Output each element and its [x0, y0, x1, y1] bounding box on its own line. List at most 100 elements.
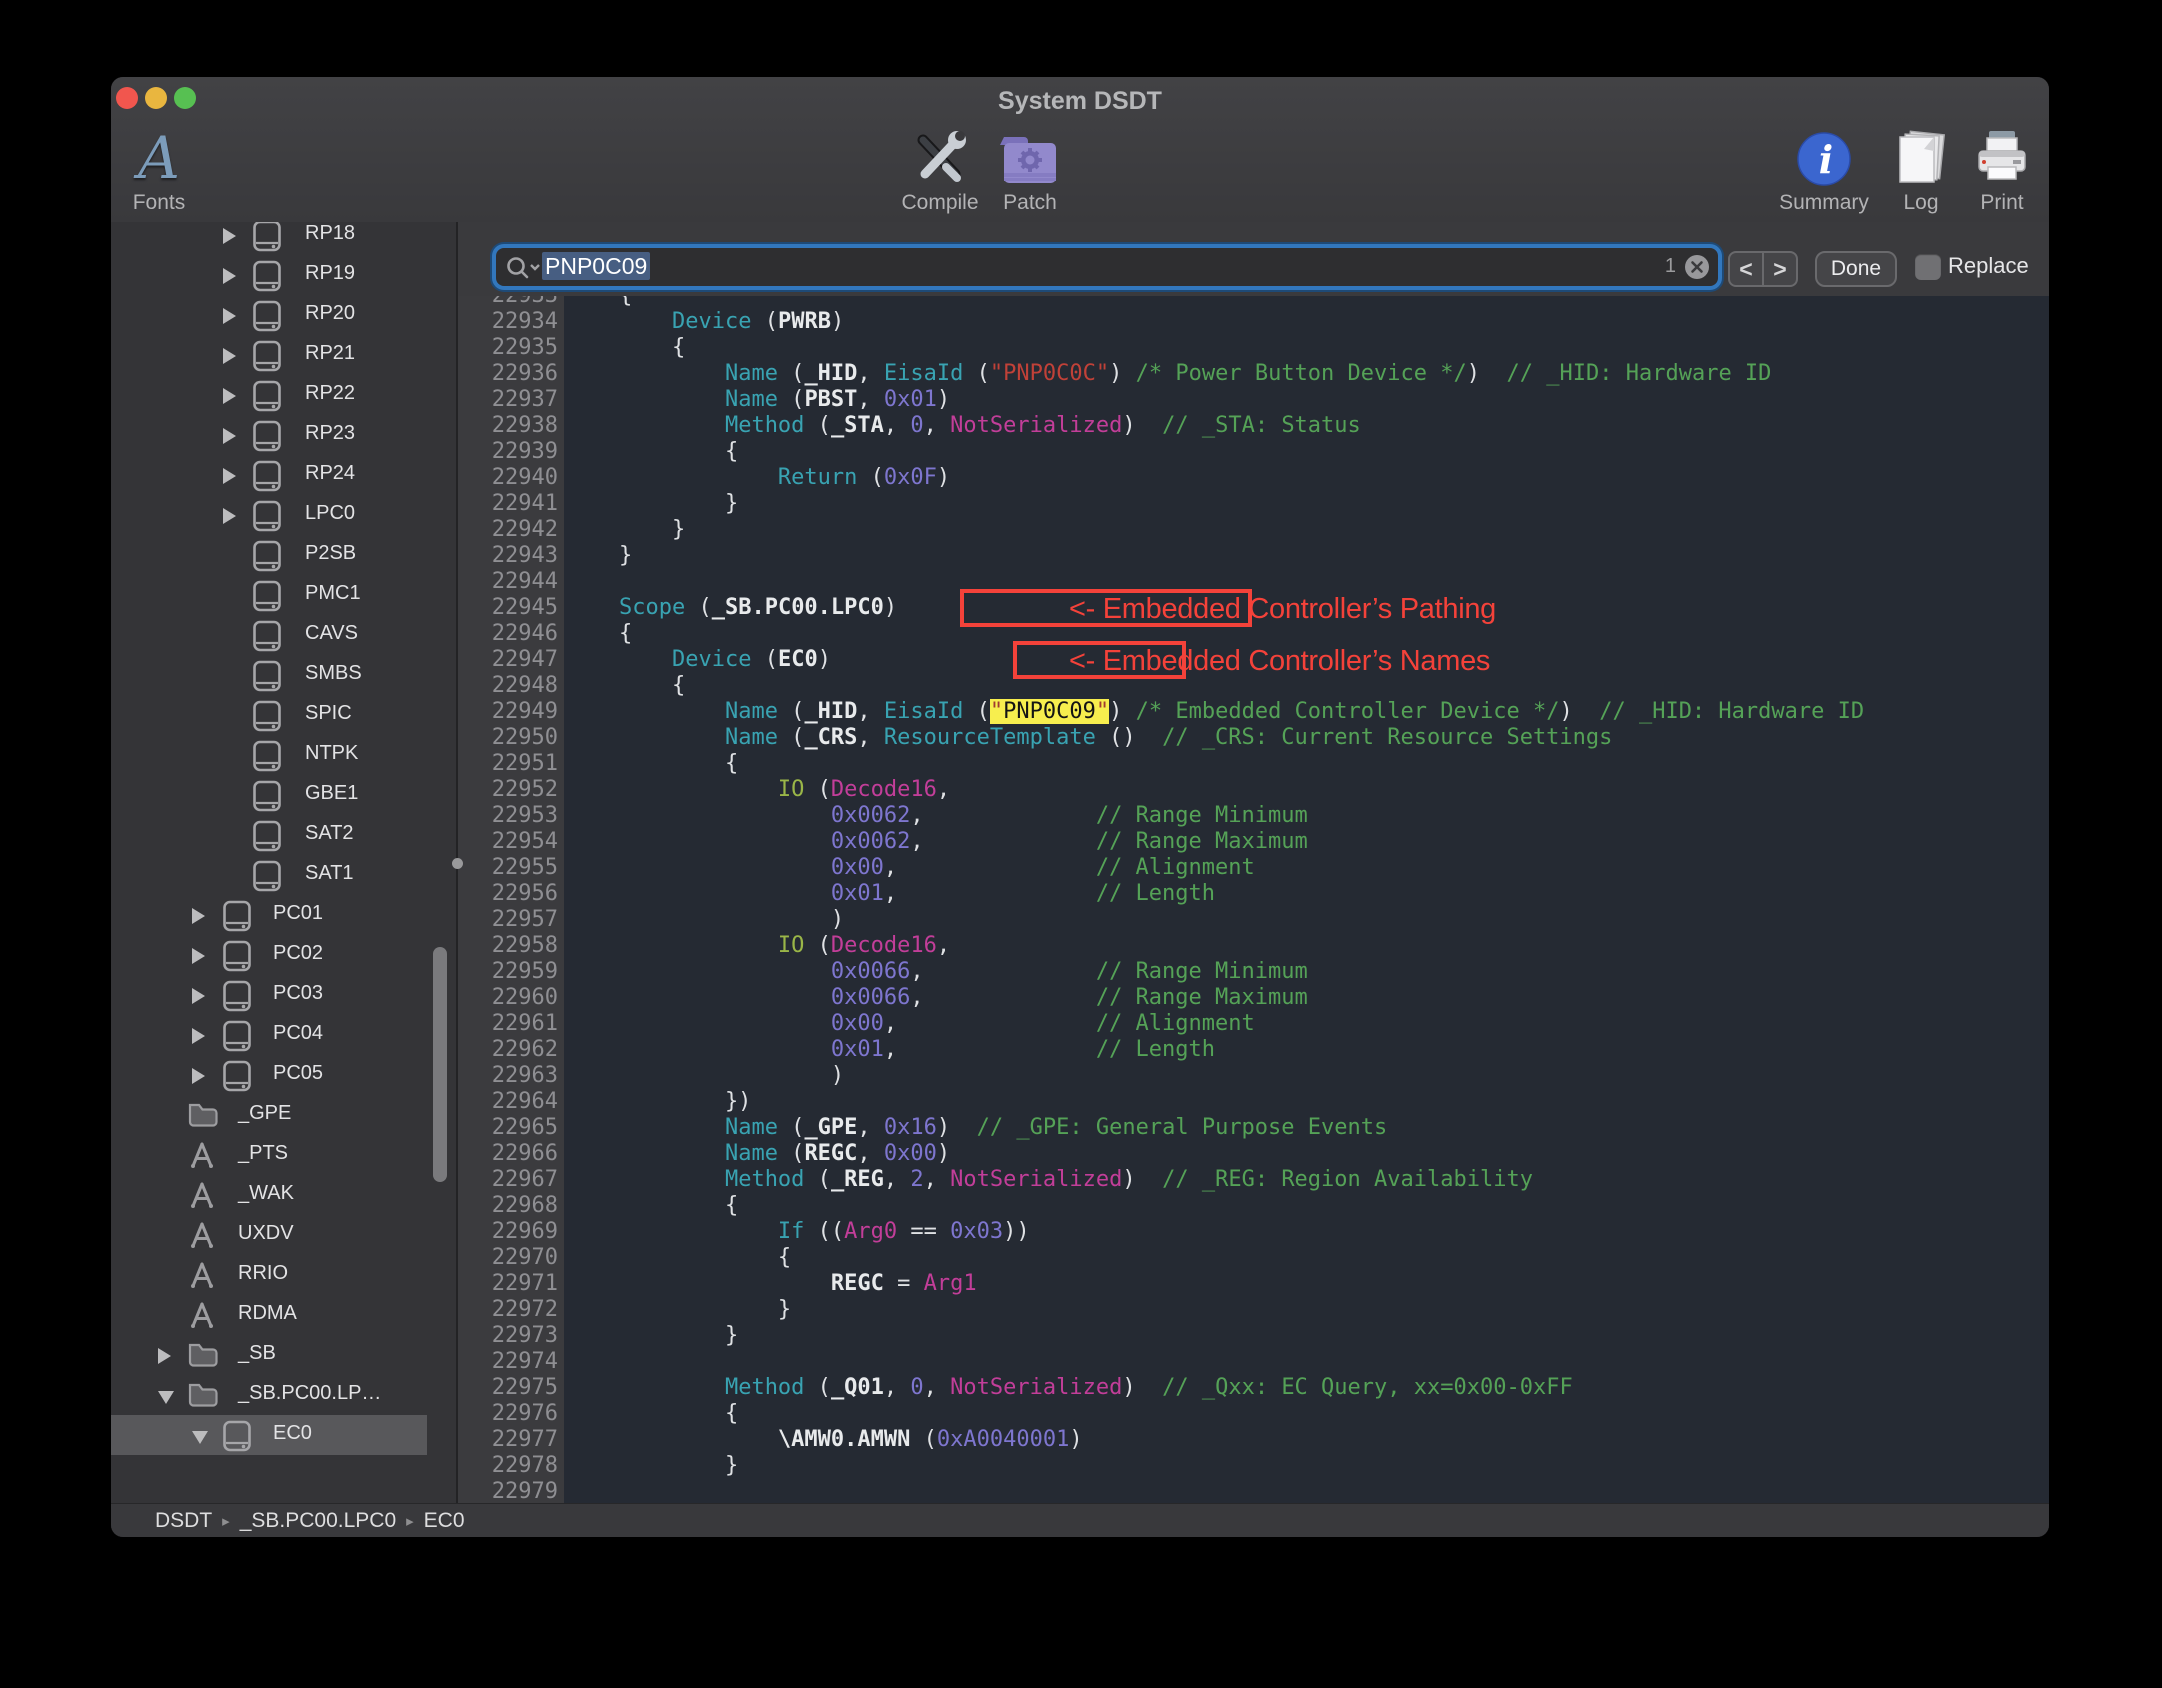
code-line: Name (_HID, EisaId ("PNP0C0C") /* Power … — [724, 361, 1772, 386]
sidebar-item-_WAK[interactable]: _WAK — [111, 1175, 456, 1215]
sidebar-item-_SB.PC00.LP[interactable]: _SB.PC00.LP… — [111, 1375, 456, 1415]
sidebar-item-RDMA[interactable]: RDMA — [111, 1295, 456, 1335]
sidebar-item-CAVS[interactable]: CAVS — [111, 615, 456, 655]
sidebar-item-GBE1[interactable]: GBE1 — [111, 775, 456, 815]
sidebar-item-RP22[interactable]: RP22 — [111, 375, 456, 415]
sidebar-item-P2SB[interactable]: P2SB — [111, 535, 456, 575]
line-number: 22960 — [491, 985, 558, 1010]
search-icon[interactable] — [505, 255, 541, 286]
device-icon — [223, 1060, 251, 1092]
sidebar-scrollbar-thumb[interactable] — [433, 947, 447, 1182]
code-line: } — [566, 543, 633, 568]
sidebar-item-SPIC[interactable]: SPIC — [111, 695, 456, 735]
code-line: } — [566, 1297, 792, 1322]
sidebar-item-NTPK[interactable]: NTPK — [111, 735, 456, 775]
sidebar-item-EC0[interactable]: EC0 — [111, 1415, 427, 1455]
sidebar-item-RP19[interactable]: RP19 — [111, 255, 456, 295]
splitter-handle-dot[interactable] — [452, 858, 463, 869]
device-icon — [223, 1420, 251, 1452]
sidebar-item-PMC1[interactable]: PMC1 — [111, 575, 456, 615]
sidebar-item-RP21[interactable]: RP21 — [111, 335, 456, 375]
code-line: 0x01, // Length — [830, 1037, 1216, 1062]
line-number: 22975 — [491, 1375, 558, 1400]
sidebar-item-label: LPC0 — [305, 502, 356, 524]
sidebar-item-RP23[interactable]: RP23 — [111, 415, 456, 455]
code-line: 0x0066, // Range Maximum — [830, 985, 1308, 1010]
sidebar-item-SMBS[interactable]: SMBS — [111, 655, 456, 695]
sidebar-item-label: _PTS — [238, 1142, 289, 1164]
sidebar-item-label: RP23 — [305, 422, 356, 444]
device-tree[interactable]: RP18 RP19 RP20 RP21 RP22 RP23 RP24 LPC0 P2SB PMC1… — [111, 222, 456, 1460]
breadcrumb-item[interactable]: DSDT — [155, 1509, 212, 1533]
device-icon — [253, 820, 281, 852]
clear-search-icon[interactable] — [1684, 254, 1710, 285]
folder-icon — [188, 1343, 218, 1367]
device-icon — [253, 660, 281, 692]
done-button[interactable]: Done — [1815, 251, 1897, 287]
sidebar-item-_PTS[interactable]: _PTS — [111, 1135, 456, 1175]
sidebar-item-PC02[interactable]: PC02 — [111, 935, 456, 975]
disclosure-right-icon[interactable] — [223, 428, 236, 444]
sidebar-item-SAT1[interactable]: SAT1 — [111, 855, 456, 895]
disclosure-right-icon[interactable] — [223, 508, 236, 524]
toolbar-button-fonts[interactable]: A Fonts — [111, 121, 219, 215]
code-line: IO (Decode16, — [777, 933, 951, 958]
sidebar-item-RP20[interactable]: RP20 — [111, 295, 456, 335]
line-number: 22971 — [491, 1271, 558, 1296]
sidebar-item-RP18[interactable]: RP18 — [111, 222, 456, 255]
disclosure-right-icon[interactable] — [158, 1348, 171, 1364]
fonts-icon: A — [138, 124, 180, 192]
line-number: 22979 — [491, 1479, 558, 1503]
line-number: 22936 — [491, 361, 558, 386]
line-number: 22978 — [491, 1453, 558, 1478]
sidebar-item-label: PC05 — [273, 1062, 324, 1084]
find-next-button[interactable]: > — [1764, 253, 1796, 285]
sidebar-item-UXDV[interactable]: UXDV — [111, 1215, 456, 1255]
sidebar-item-PC05[interactable]: PC05 — [111, 1055, 456, 1095]
disclosure-right-icon[interactable] — [223, 308, 236, 324]
sidebar-item-RRIO[interactable]: RRIO — [111, 1255, 456, 1295]
sidebar-item-label: CAVS — [305, 622, 358, 644]
disclosure-right-icon[interactable] — [223, 468, 236, 484]
line-number: 22957 — [491, 907, 558, 932]
breadcrumb-item[interactable]: _SB.PC00.LPC0 — [240, 1509, 396, 1533]
sidebar-item-label: UXDV — [238, 1222, 294, 1244]
sidebar-item-_SB[interactable]: _SB — [111, 1335, 456, 1375]
sidebar-item-SAT2[interactable]: SAT2 — [111, 815, 456, 855]
sidebar-item-LPC0[interactable]: LPC0 — [111, 495, 456, 535]
find-previous-button[interactable]: < — [1730, 253, 1764, 285]
app-window: System DSDT A Fonts Compile Patch i Summ… — [111, 77, 2049, 1537]
search-input[interactable]: PNP0C09 1 — [496, 248, 1718, 286]
sidebar-item-PC01[interactable]: PC01 — [111, 895, 456, 935]
disclosure-right-icon[interactable] — [223, 348, 236, 364]
toolbar-button-patch[interactable]: Patch — [970, 121, 1090, 215]
sidebar-item-label: PC03 — [273, 982, 324, 1004]
sidebar-item-PC03[interactable]: PC03 — [111, 975, 456, 1015]
sidebar-item-PC04[interactable]: PC04 — [111, 1015, 456, 1055]
disclosure-right-icon[interactable] — [223, 268, 236, 284]
disclosure-right-icon[interactable] — [192, 948, 205, 964]
sidebar-item-label: RP20 — [305, 302, 356, 324]
sidebar-item-label: SAT2 — [305, 822, 354, 844]
sidebar-item-RP24[interactable]: RP24 — [111, 455, 456, 495]
disclosure-right-icon[interactable] — [192, 908, 205, 924]
sidebar-item-_GPE[interactable]: _GPE — [111, 1095, 456, 1135]
disclosure-right-icon[interactable] — [192, 1068, 205, 1084]
device-icon — [253, 780, 281, 812]
line-number: 22949 — [491, 699, 558, 724]
breadcrumb-separator-icon: ▸ — [406, 1512, 414, 1530]
device-icon — [253, 740, 281, 772]
code-editor[interactable]: 2293322934229352293622937229382293922940… — [458, 296, 2049, 1503]
disclosure-right-icon[interactable] — [223, 228, 236, 244]
disclosure-right-icon[interactable] — [192, 988, 205, 1004]
disclosure-down-icon[interactable] — [158, 1391, 174, 1404]
disclosure-right-icon[interactable] — [223, 388, 236, 404]
disclosure-right-icon[interactable] — [192, 1028, 205, 1044]
toolbar-button-print[interactable]: Print — [1942, 121, 2049, 215]
replace-checkbox[interactable] — [1915, 254, 1941, 280]
disclosure-down-icon[interactable] — [192, 1431, 208, 1444]
device-icon — [253, 260, 281, 292]
breadcrumb-item[interactable]: EC0 — [424, 1509, 465, 1533]
